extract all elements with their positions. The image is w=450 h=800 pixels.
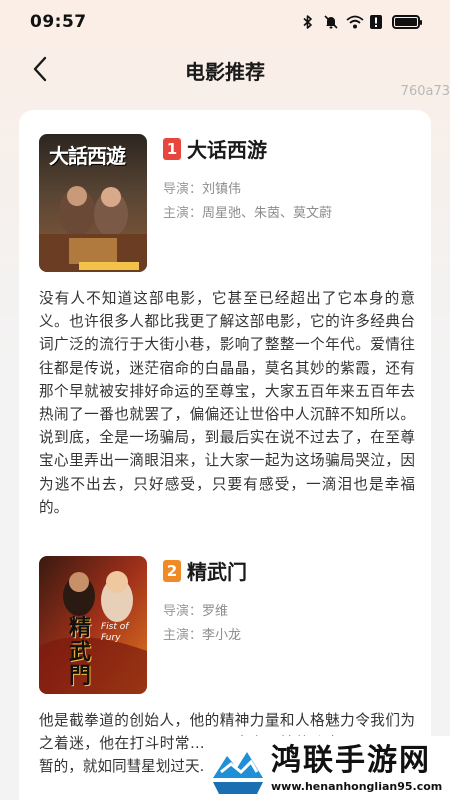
director-value: 罗维 xyxy=(202,604,229,619)
alert-icon xyxy=(369,14,385,30)
poster-title: 大話西遊 xyxy=(49,144,126,168)
director-value: 刘镇伟 xyxy=(202,182,242,197)
movie-description: 没有人不知道这部电影，它甚至已经超出了它本身的意义。也许很多人都比我更了解这部电… xyxy=(39,290,415,516)
cast-line: 主演：李小龙 xyxy=(163,624,241,643)
poster-subtitle: Fist of Fury xyxy=(101,622,129,643)
site-url: www.henanhonglian95.com xyxy=(271,779,443,793)
watermark-code: 760a73 xyxy=(400,84,450,99)
cast-label: 主演： xyxy=(163,206,203,221)
bluetooth-icon xyxy=(300,14,316,30)
movie-title: 精武门 xyxy=(187,560,247,584)
site-watermark: 鸿联手游网 www.henanhonglian95.com xyxy=(205,736,450,800)
movie-poster[interactable]: 精武門 Fist of Fury xyxy=(39,556,147,694)
cast-value: 李小龙 xyxy=(202,628,242,643)
status-icons xyxy=(300,14,422,30)
wifi-icon xyxy=(346,14,364,30)
rank-badge: 2 xyxy=(163,559,181,582)
site-text: 鸿联手游网 www.henanhonglian95.com xyxy=(271,742,443,793)
movie-title: 大话西游 xyxy=(187,138,267,162)
director-line: 导演：刘镇伟 xyxy=(163,178,241,197)
status-time: 09:57 xyxy=(30,12,87,32)
cast-line: 主演：周星弛、朱茵、莫文蔚 xyxy=(163,202,332,221)
movie-header: 1 大话西游 xyxy=(163,134,267,163)
mute-bell-icon xyxy=(323,14,339,30)
cast-value: 周星弛、朱茵、莫文蔚 xyxy=(202,206,333,221)
cast-label: 主演： xyxy=(163,628,203,643)
director-label: 导演： xyxy=(163,182,203,197)
nav-bar: 电影推荐 xyxy=(0,44,450,94)
movie-poster[interactable]: 大話西遊 xyxy=(39,134,147,272)
status-bar: 09:57 xyxy=(0,0,450,44)
director-line: 导演：罗维 xyxy=(163,600,228,619)
poster-title: 精武門 xyxy=(69,615,92,689)
battery-icon xyxy=(392,15,422,29)
movie-header: 2 精武门 xyxy=(163,556,247,585)
rank-badge: 1 xyxy=(163,137,181,160)
page-title: 电影推荐 xyxy=(185,60,265,84)
site-name: 鸿联手游网 xyxy=(271,742,431,778)
director-label: 导演： xyxy=(163,604,203,619)
bull-logo-icon xyxy=(207,738,267,798)
content-card: 大話西遊 1 大话西游 导演：刘镇伟 主演：周星弛、朱茵、莫文蔚 没有人不知道这… xyxy=(19,110,431,800)
